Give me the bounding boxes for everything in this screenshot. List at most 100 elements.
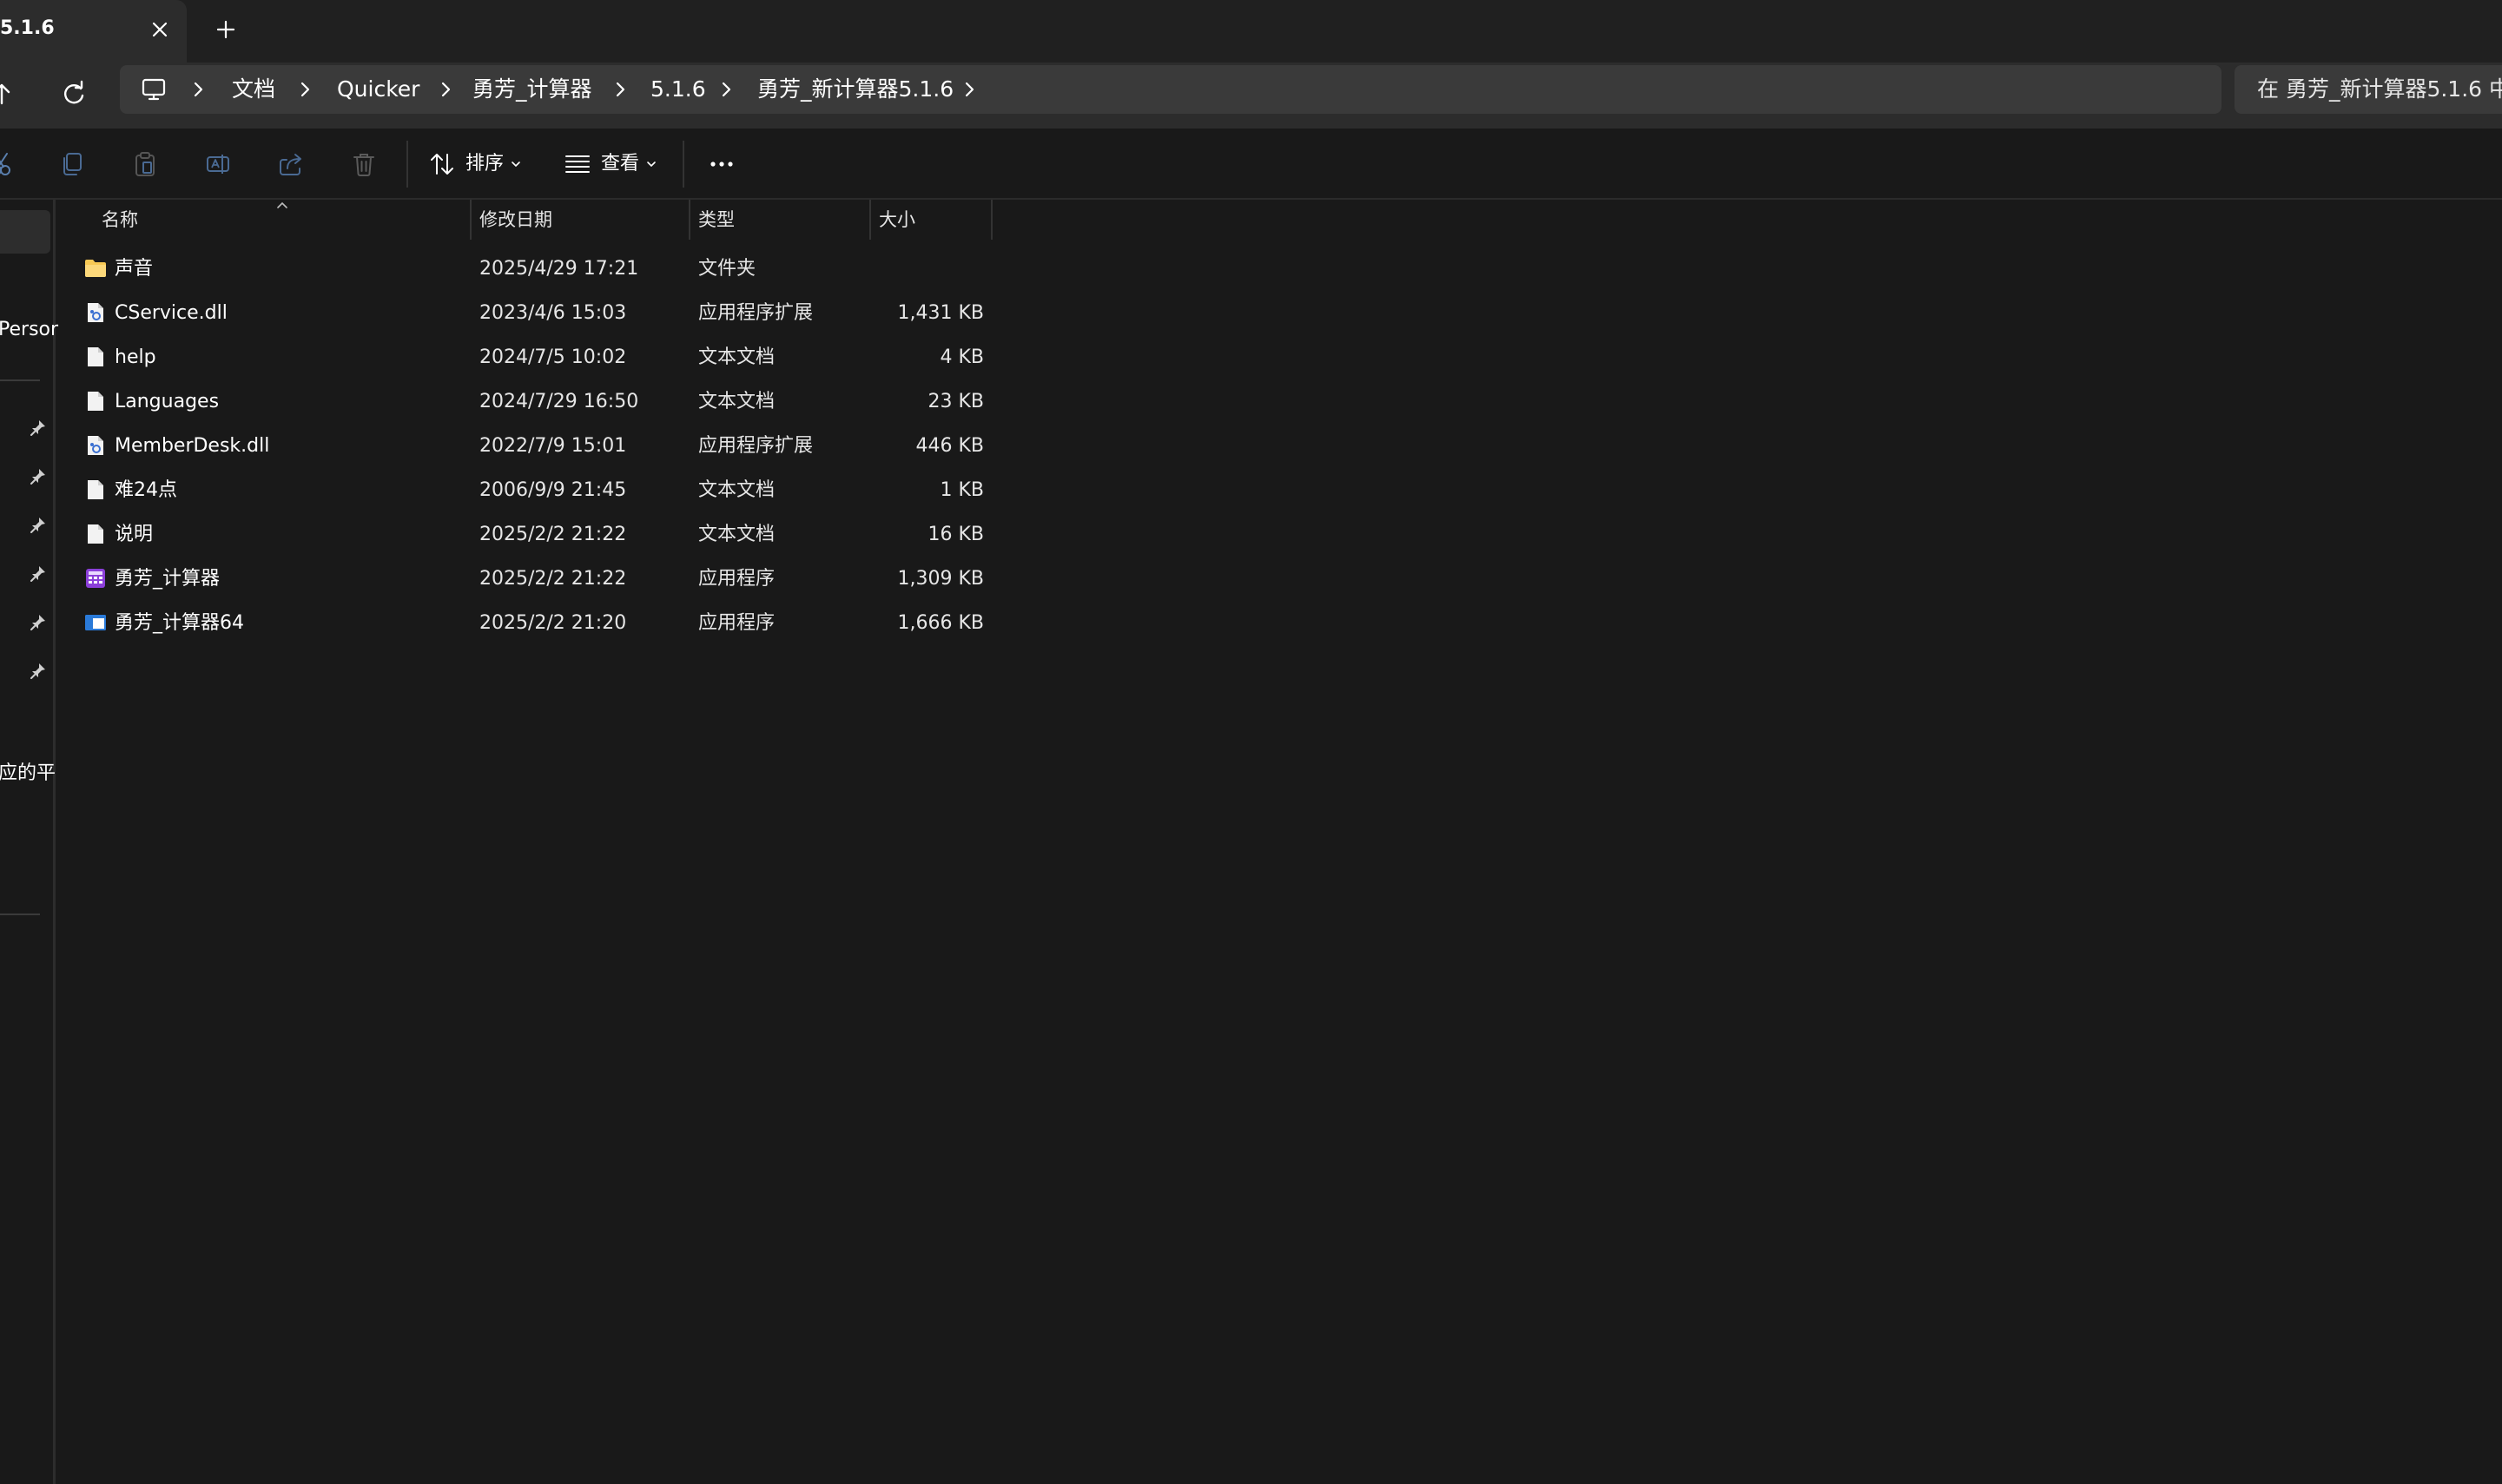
file-name: MemberDesk.dll — [115, 435, 270, 457]
file-type: 文本文档 — [698, 346, 776, 368]
text-file-icon — [88, 347, 103, 366]
pin-icon[interactable] — [30, 564, 47, 584]
file-date: 2024/7/29 16:50 — [479, 391, 639, 412]
file-type: 应用程序 — [698, 568, 776, 590]
file-date: 2025/2/2 21:22 — [479, 568, 627, 590]
view-list-icon — [565, 155, 590, 173]
pin-icon[interactable] — [30, 516, 47, 535]
delete-icon[interactable] — [349, 149, 379, 179]
text-file-icon — [88, 524, 103, 544]
chevron-right-icon[interactable] — [610, 79, 630, 100]
command-bar: 排序 查看 — [0, 129, 2502, 200]
dll-file-icon — [88, 436, 103, 455]
file-name: 勇芳_计算器64 — [115, 612, 244, 634]
chevron-right-icon[interactable] — [716, 79, 736, 100]
file-size: 1,309 KB — [897, 568, 985, 590]
file-date: 2025/2/2 21:22 — [479, 524, 627, 545]
chevron-right-icon[interactable] — [188, 79, 208, 100]
search-input[interactable]: 在 勇芳_新计算器5.1.6 中搜 — [2235, 65, 2502, 114]
rename-icon[interactable] — [203, 149, 233, 179]
chevron-down-icon — [512, 162, 520, 168]
file-size: 446 KB — [915, 435, 984, 457]
file-type: 应用程序扩展 — [698, 435, 814, 457]
file-date: 2022/7/9 15:01 — [479, 435, 627, 457]
navigation-bar: 文档 Quicker 勇芳_计算器 5.1.6 勇芳_新计算器5.1.6 在 勇… — [0, 63, 2502, 129]
file-name: CService.dll — [115, 302, 228, 324]
sort-button[interactable]: 排序 — [420, 141, 533, 188]
text-file-icon — [88, 392, 103, 411]
chevron-right-icon[interactable] — [959, 79, 980, 100]
sort-label: 排序 — [465, 153, 505, 175]
folder-icon — [85, 260, 106, 277]
breadcrumb-quicker[interactable]: Quicker — [337, 65, 419, 114]
file-row[interactable]: 难24点 2006/9/9 21:45 文本文档 1 KB — [58, 468, 996, 512]
copy-icon[interactable] — [57, 149, 87, 179]
refresh-icon[interactable] — [57, 78, 90, 111]
file-type: 应用程序 — [698, 612, 776, 634]
cut-icon[interactable] — [0, 149, 16, 179]
file-row[interactable]: 说明 2025/2/2 21:22 文本文档 16 KB — [58, 512, 996, 557]
tab-title: 5.1.6 — [0, 17, 55, 39]
file-size: 1,666 KB — [897, 612, 985, 634]
file-name: help — [115, 346, 156, 368]
address-bar[interactable]: 文档 Quicker 勇芳_计算器 5.1.6 勇芳_新计算器5.1.6 — [120, 65, 2221, 114]
file-row[interactable]: MemberDesk.dll 2022/7/9 15:01 应用程序扩展 446… — [58, 424, 996, 468]
this-pc-icon[interactable] — [141, 76, 167, 102]
text-file-icon — [88, 480, 103, 499]
chevron-down-icon — [647, 162, 656, 168]
file-type: 文本文档 — [698, 391, 776, 412]
file-name: 声音 — [115, 258, 154, 280]
file-type: 文本文档 — [698, 479, 776, 501]
search-placeholder: 在 勇芳_新计算器5.1.6 中搜 — [2257, 76, 2502, 102]
sidebar-divider — [0, 379, 40, 381]
pin-icon[interactable] — [30, 662, 47, 681]
pin-icon[interactable] — [30, 419, 47, 438]
breadcrumb-version[interactable]: 5.1.6 — [650, 65, 706, 114]
tab-bar: 5.1.6 — [0, 0, 2502, 63]
file-size: 16 KB — [928, 524, 984, 545]
file-date: 2006/9/9 21:45 — [479, 479, 627, 501]
file-row[interactable]: CService.dll 2023/4/6 15:03 应用程序扩展 1,431… — [58, 291, 996, 335]
file-date: 2025/2/2 21:20 — [479, 612, 627, 634]
file-row[interactable]: 勇芳_计算器64 2025/2/2 21:20 应用程序 1,666 KB — [58, 601, 996, 645]
file-type: 应用程序扩展 — [698, 302, 814, 324]
close-icon[interactable] — [146, 16, 174, 43]
pin-icon[interactable] — [30, 613, 47, 632]
file-size: 1,431 KB — [897, 302, 985, 324]
file-size: 4 KB — [940, 346, 984, 368]
dll-file-icon — [88, 303, 103, 322]
tab-active[interactable]: 5.1.6 — [0, 0, 187, 63]
breadcrumb-current-folder[interactable]: 勇芳_新计算器5.1.6 — [757, 65, 954, 114]
plus-icon[interactable] — [212, 16, 240, 43]
file-row[interactable]: 声音 2025/4/29 17:21 文件夹 — [58, 247, 996, 291]
sidebar-item-selected[interactable] — [0, 210, 50, 254]
file-rows: 声音 2025/4/29 17:21 文件夹 CService.dll 2023… — [58, 200, 996, 651]
file-row[interactable]: help 2024/7/5 10:02 文本文档 4 KB — [58, 335, 996, 379]
navigation-pane: Persor 应的平 — [0, 200, 58, 1484]
file-name: Languages — [115, 391, 220, 412]
pin-icon[interactable] — [30, 467, 47, 486]
sidebar-item-mobile[interactable]: 应的平 — [0, 757, 56, 785]
paste-icon[interactable] — [130, 149, 160, 179]
file-name: 说明 — [115, 524, 154, 545]
chevron-right-icon[interactable] — [294, 79, 315, 100]
file-size: 23 KB — [928, 391, 984, 412]
toolbar-divider — [406, 141, 408, 188]
more-icon[interactable] — [707, 149, 736, 179]
view-label: 查看 — [601, 153, 640, 175]
file-size — [810, 247, 984, 291]
breadcrumb-calculator[interactable]: 勇芳_计算器 — [472, 65, 592, 114]
file-row[interactable]: Languages 2024/7/29 16:50 文本文档 23 KB — [58, 379, 996, 424]
chevron-right-icon[interactable] — [435, 79, 456, 100]
file-size: 1 KB — [940, 479, 984, 501]
app-window-icon — [85, 615, 106, 630]
file-type: 文件夹 — [698, 258, 756, 280]
view-button[interactable]: 查看 — [556, 141, 669, 188]
file-date: 2024/7/5 10:02 — [479, 346, 627, 368]
file-row[interactable]: 勇芳_计算器 2025/2/2 21:22 应用程序 1,309 KB — [58, 557, 996, 601]
sidebar-item-personal[interactable]: Persor — [0, 319, 58, 340]
breadcrumb-documents[interactable]: 文档 — [232, 65, 275, 114]
arrow-up-icon[interactable] — [0, 77, 21, 112]
share-icon[interactable] — [276, 149, 306, 179]
file-type: 文本文档 — [698, 524, 776, 545]
